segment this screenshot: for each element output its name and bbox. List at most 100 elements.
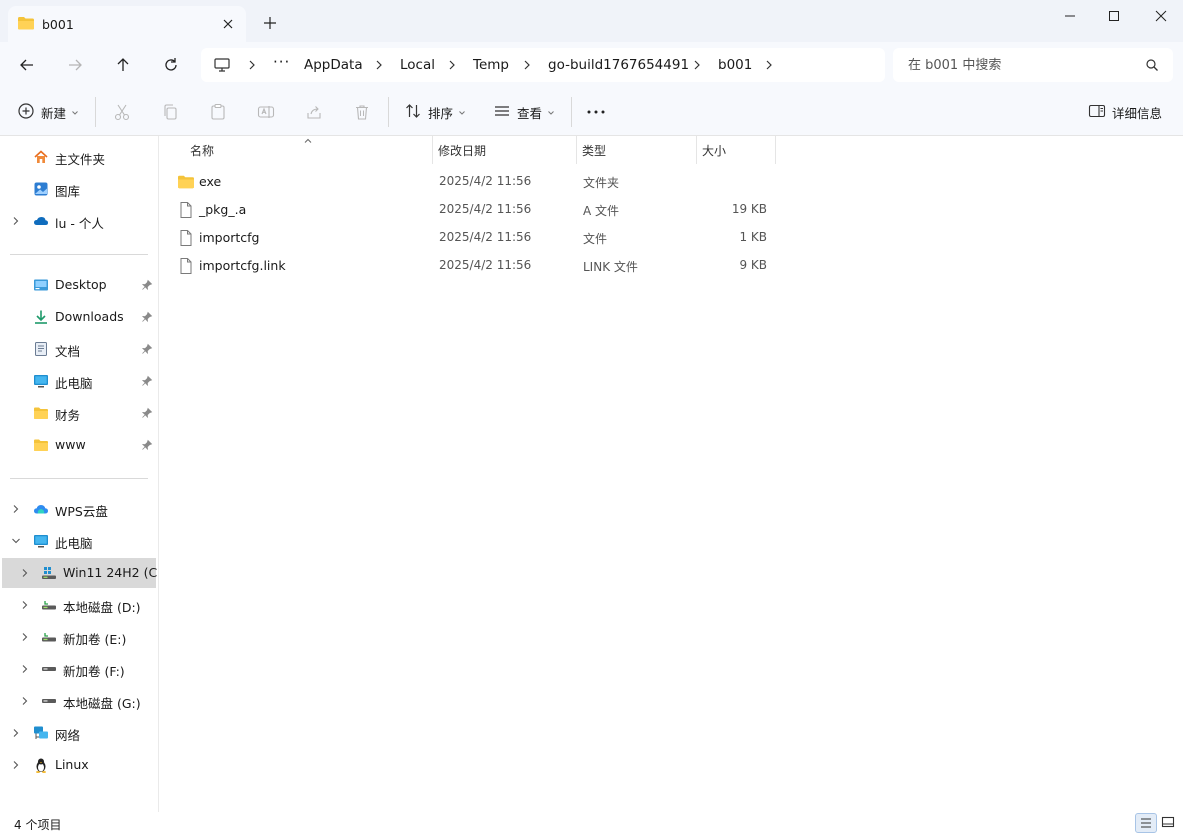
forward-arrow-icon[interactable] xyxy=(65,55,85,75)
sidebar-item-finance[interactable]: 财务 xyxy=(0,398,158,428)
tab-b001[interactable]: b001 xyxy=(8,6,246,42)
chevron-right-icon[interactable] xyxy=(19,599,31,611)
sidebar-item-network[interactable]: 网络 xyxy=(0,718,158,748)
pin-icon[interactable] xyxy=(141,343,153,355)
column-header-size[interactable]: 大小 xyxy=(697,136,776,164)
chevron-right-icon[interactable] xyxy=(691,59,703,71)
search-icon[interactable] xyxy=(1145,58,1159,75)
refresh-icon[interactable] xyxy=(161,55,181,75)
search-input[interactable] xyxy=(893,48,1133,82)
pin-icon[interactable] xyxy=(141,279,153,291)
chevron-right-icon[interactable] xyxy=(19,631,31,643)
sidebar-item-www[interactable]: www xyxy=(0,430,158,460)
close-tab-icon[interactable] xyxy=(220,16,236,32)
sort-button[interactable]: 排序 xyxy=(404,101,466,123)
delete-icon[interactable] xyxy=(353,101,371,123)
breadcrumb-appdata[interactable]: AppData xyxy=(304,57,363,73)
chevron-right-icon[interactable] xyxy=(763,59,775,71)
this-pc-icon xyxy=(33,533,49,549)
sidebar-item-onedrive[interactable]: lu - 个人 xyxy=(0,206,158,236)
chevron-right-icon[interactable] xyxy=(19,695,31,707)
column-header-name[interactable]: 名称 xyxy=(179,136,433,164)
column-header-label: 大小 xyxy=(702,144,727,158)
sidebar-item-drive-e[interactable]: 新加卷 (E:) xyxy=(0,622,158,652)
table-row[interactable]: _pkg_.a 2025/4/2 11:56 A 文件 19 KB xyxy=(171,195,781,223)
sidebar-item-home[interactable]: 主文件夹 xyxy=(0,142,158,172)
close-window-icon[interactable] xyxy=(1153,8,1169,24)
drive-icon xyxy=(41,693,57,709)
details-pane-icon xyxy=(1088,102,1106,123)
back-arrow-icon[interactable] xyxy=(17,55,37,75)
view-button[interactable]: 查看 xyxy=(493,101,555,123)
details-view-icon[interactable] xyxy=(1135,813,1157,833)
address-bar[interactable]: ··· AppData Local Temp go-build176765449… xyxy=(201,48,885,82)
minimize-icon[interactable] xyxy=(1062,8,1078,24)
up-arrow-icon[interactable] xyxy=(113,55,133,75)
sidebar-item-drive-f[interactable]: 新加卷 (F:) xyxy=(0,654,158,684)
folder-icon xyxy=(177,173,195,191)
file-date: 2025/4/2 11:56 xyxy=(439,230,532,244)
sidebar-item-gallery[interactable]: 图库 xyxy=(0,174,158,204)
paste-icon[interactable] xyxy=(209,101,227,123)
breadcrumb-b001[interactable]: b001 xyxy=(718,57,752,73)
chevron-right-icon[interactable] xyxy=(19,567,31,579)
rename-icon[interactable] xyxy=(257,101,275,123)
chevron-right-icon[interactable] xyxy=(10,215,22,227)
sidebar-divider xyxy=(10,254,148,255)
pin-icon[interactable] xyxy=(141,311,153,323)
details-pane-button[interactable]: 详细信息 xyxy=(1088,101,1162,123)
computer-icon[interactable] xyxy=(213,57,231,76)
new-button[interactable]: 新建 xyxy=(17,101,79,123)
chevron-right-icon[interactable] xyxy=(10,503,22,515)
sidebar-item-drive-c[interactable]: Win11 24H2 (C:) xyxy=(2,558,158,588)
breadcrumb-go-build[interactable]: go-build1767654491 xyxy=(548,57,689,73)
column-divider[interactable] xyxy=(775,136,776,164)
sidebar-item-drive-g[interactable]: 本地磁盘 (G:) xyxy=(0,686,158,716)
chevron-right-icon[interactable] xyxy=(10,727,22,739)
title-bar: b001 xyxy=(0,0,1183,42)
sidebar-item-label: 新加卷 (F:) xyxy=(63,664,125,679)
copy-icon[interactable] xyxy=(161,101,179,123)
maximize-icon[interactable] xyxy=(1106,8,1122,24)
chevron-right-icon[interactable] xyxy=(373,59,385,71)
pin-icon[interactable] xyxy=(141,407,153,419)
column-header-label: 名称 xyxy=(190,144,215,158)
onedrive-icon xyxy=(33,213,49,229)
chevron-right-icon[interactable] xyxy=(446,59,458,71)
sidebar-item-documents[interactable]: 文档 xyxy=(0,334,158,364)
sidebar-item-this-pc[interactable]: 此电脑 xyxy=(0,366,158,396)
sidebar-item-wps-cloud[interactable]: WPS云盘 xyxy=(0,494,158,524)
pin-icon[interactable] xyxy=(141,375,153,387)
column-header-type[interactable]: 类型 xyxy=(577,136,697,164)
breadcrumb-overflow[interactable]: ··· xyxy=(273,53,290,71)
breadcrumb-temp[interactable]: Temp xyxy=(473,57,509,73)
search-box[interactable] xyxy=(893,48,1173,82)
sidebar-item-linux[interactable]: Linux xyxy=(0,750,158,780)
chevron-right-icon[interactable] xyxy=(521,59,533,71)
column-header-date[interactable]: 修改日期 xyxy=(433,136,577,164)
sidebar-item-this-pc-tree[interactable]: 此电脑 xyxy=(0,526,158,556)
sidebar-item-drive-d[interactable]: 本地磁盘 (D:) xyxy=(0,590,158,620)
more-options-icon[interactable] xyxy=(586,101,606,123)
sidebar-item-label: 图库 xyxy=(55,184,81,199)
table-row[interactable]: exe 2025/4/2 11:56 文件夹 xyxy=(171,167,781,195)
downloads-icon xyxy=(33,309,49,325)
navigation-bar: ··· AppData Local Temp go-build176765449… xyxy=(0,42,1183,88)
sidebar-item-label: 网络 xyxy=(55,728,81,743)
sidebar-item-desktop[interactable]: Desktop xyxy=(0,270,158,300)
chevron-right-icon[interactable] xyxy=(19,663,31,675)
chevron-right-icon[interactable] xyxy=(10,759,22,771)
pin-icon[interactable] xyxy=(141,439,153,451)
sidebar-item-label: Linux xyxy=(55,757,89,772)
sidebar-item-downloads[interactable]: Downloads xyxy=(0,302,158,332)
chevron-right-icon[interactable] xyxy=(246,59,258,71)
table-row[interactable]: importcfg.link 2025/4/2 11:56 LINK 文件 9 … xyxy=(171,251,781,279)
new-tab-icon[interactable] xyxy=(262,15,278,31)
cut-icon[interactable] xyxy=(113,101,131,123)
tiles-view-icon[interactable] xyxy=(1158,813,1180,833)
this-pc-icon xyxy=(33,373,49,389)
chevron-down-icon[interactable] xyxy=(10,535,22,547)
breadcrumb-local[interactable]: Local xyxy=(400,57,435,73)
table-row[interactable]: importcfg 2025/4/2 11:56 文件 1 KB xyxy=(171,223,781,251)
share-icon[interactable] xyxy=(305,101,323,123)
